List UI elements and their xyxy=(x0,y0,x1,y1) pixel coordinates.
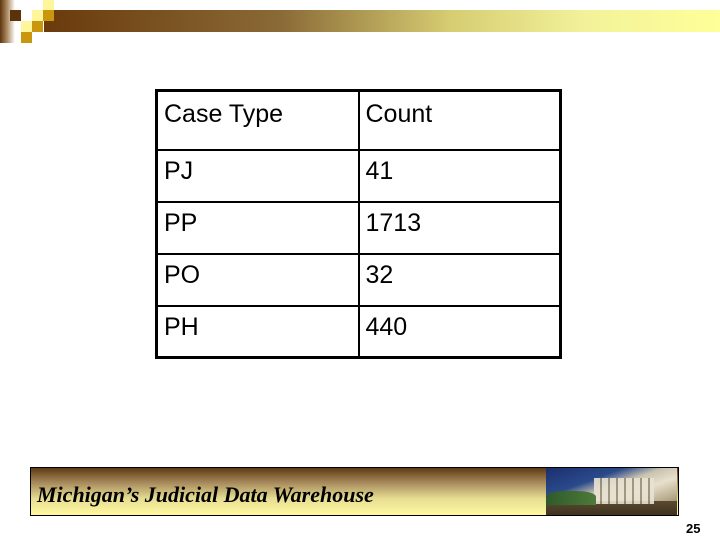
table-header-row: Case Type Count xyxy=(155,89,562,151)
case-type-cell: PJ xyxy=(155,148,360,203)
header-gradient-bar xyxy=(44,10,720,32)
decorative-square xyxy=(32,21,43,32)
decorative-gradient-strip xyxy=(0,0,15,43)
table-row: PO 32 xyxy=(155,252,562,307)
table-row: PJ 41 xyxy=(155,148,562,203)
page-number: 25 xyxy=(686,521,701,536)
header-count: Count xyxy=(357,89,562,151)
photo-trees-shape xyxy=(546,491,596,505)
table-row: PP 1713 xyxy=(155,200,562,255)
header-case-type: Case Type xyxy=(155,89,360,151)
footer-banner: Michigan’s Judicial Data Warehouse xyxy=(30,467,679,516)
count-cell: 440 xyxy=(357,304,562,359)
decorative-square xyxy=(43,10,54,21)
case-type-cell: PH xyxy=(155,304,360,359)
case-type-cell: PP xyxy=(155,200,360,255)
decorative-square xyxy=(21,32,32,43)
decorative-square xyxy=(10,10,21,21)
count-cell: 1713 xyxy=(357,200,562,255)
decorative-square xyxy=(21,21,32,32)
table-row: PH 440 xyxy=(155,304,562,359)
count-cell: 32 xyxy=(357,252,562,307)
case-count-table: Case Type Count PJ 41 PP 1713 PO 32 PH 4… xyxy=(155,89,562,359)
footer-title: Michigan’s Judicial Data Warehouse xyxy=(37,482,374,507)
decorative-square xyxy=(32,10,43,21)
photo-building-shape xyxy=(594,478,654,504)
count-cell: 41 xyxy=(357,148,562,203)
case-type-cell: PO xyxy=(155,252,360,307)
courthouse-photo xyxy=(546,468,677,515)
